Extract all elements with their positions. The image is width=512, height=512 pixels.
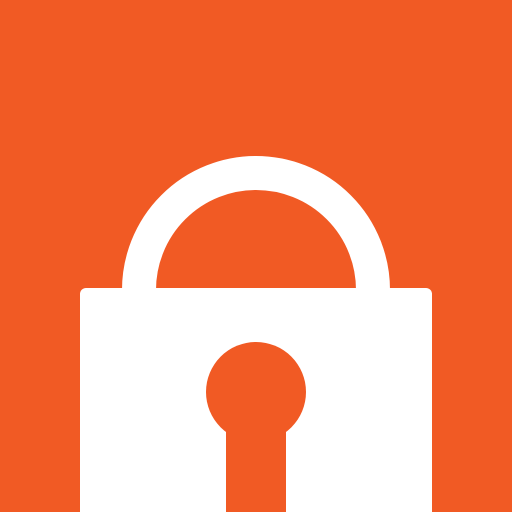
keyhole-slot [226,392,286,512]
lock-icon [0,0,512,512]
app-icon-tile [0,0,512,512]
